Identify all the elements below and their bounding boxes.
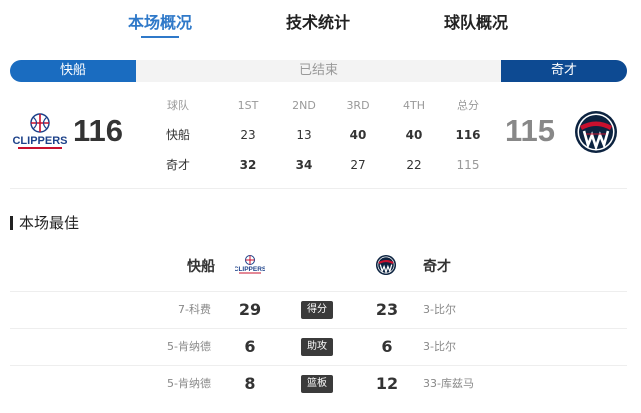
best-category-badge: 篮板 xyxy=(301,375,333,393)
clippers-mini-logo-text: CLIPPERS xyxy=(235,266,265,273)
total-score: 115 xyxy=(456,158,480,172)
best-away-player[interactable]: 3-比尔 xyxy=(423,329,456,365)
best-home-player[interactable]: 7-科费 xyxy=(178,292,211,328)
q3-score: 27 xyxy=(350,158,366,172)
q1-score: 32 xyxy=(239,158,257,172)
best-home-value: 8 xyxy=(244,374,256,393)
clippers-logo-icon[interactable]: CLIPPERS xyxy=(12,112,68,156)
best-section-title-text: 本场最佳 xyxy=(19,214,80,232)
header-q2: 2ND xyxy=(292,99,316,112)
best-section-title: 本场最佳 xyxy=(10,212,79,233)
best-row-points: 7-科费 29 得分 23 3-比尔 xyxy=(10,291,627,327)
away-team-pill[interactable]: 奇才 xyxy=(501,60,627,82)
best-category-badge: 助攻 xyxy=(301,338,333,356)
wizards-logo-icon[interactable] xyxy=(574,109,618,155)
best-row-rebounds: 5-肯纳德 8 篮板 12 33-库兹马 xyxy=(10,365,627,401)
header-total: 总分 xyxy=(457,99,479,112)
game-status-bar: 快船 已结束 奇才 xyxy=(10,60,627,82)
row-team-name: 奇才 xyxy=(165,158,190,172)
best-home-player[interactable]: 5-肯纳德 xyxy=(167,329,211,365)
q4-score: 40 xyxy=(405,128,423,142)
best-home-team: 快船 xyxy=(187,259,215,275)
q4-score: 22 xyxy=(406,158,422,172)
tab-team-overview[interactable]: 球队概况 xyxy=(444,9,508,33)
best-away-player[interactable]: 33-库兹马 xyxy=(423,366,474,402)
best-away-team: 奇才 xyxy=(423,259,451,275)
active-tab-indicator xyxy=(141,36,179,38)
quarter-header-row: 球队 1ST 2ND 3RD 4TH 总分 xyxy=(154,96,494,116)
best-row-assists: 5-肯纳德 6 助攻 6 3-比尔 xyxy=(10,328,627,364)
total-score: 116 xyxy=(455,128,481,142)
header-q1: 1ST xyxy=(237,99,259,112)
q3-score: 40 xyxy=(349,128,367,142)
header-q4: 4TH xyxy=(403,99,425,112)
tab-game-overview[interactable]: 本场概况 xyxy=(128,9,192,33)
clippers-mini-logo-icon: CLIPPERS xyxy=(235,255,265,274)
score-divider xyxy=(10,188,627,189)
header-team: 球队 xyxy=(167,99,189,112)
tab-stats[interactable]: 技术统计 xyxy=(286,9,350,33)
best-away-value: 23 xyxy=(375,300,399,319)
q2-score: 13 xyxy=(296,128,312,142)
row-team-name: 快船 xyxy=(165,128,190,142)
best-home-player[interactable]: 5-肯纳德 xyxy=(167,366,211,402)
best-away-value: 12 xyxy=(375,374,399,393)
section-title-bar xyxy=(10,216,13,230)
wizards-mini-logo-icon xyxy=(375,254,397,276)
q2-score: 34 xyxy=(295,158,313,172)
away-score: 115 xyxy=(505,113,556,148)
best-away-player[interactable]: 3-比尔 xyxy=(423,292,456,328)
clippers-logo-text: CLIPPERS xyxy=(12,135,67,147)
best-home-value: 6 xyxy=(244,337,256,356)
home-score: 116 xyxy=(73,113,124,148)
quarter-row-away: 奇才 32 34 27 22 115 xyxy=(154,155,494,175)
quarter-row-home: 快船 23 13 40 40 116 xyxy=(154,125,494,145)
best-category-badge: 得分 xyxy=(301,301,333,319)
top-tabs: 本场概况 技术统计 球队概况 xyxy=(0,0,641,42)
header-q3: 3RD xyxy=(346,99,370,112)
q1-score: 23 xyxy=(240,128,256,142)
best-away-value: 6 xyxy=(381,337,393,356)
best-home-value: 29 xyxy=(238,300,262,319)
